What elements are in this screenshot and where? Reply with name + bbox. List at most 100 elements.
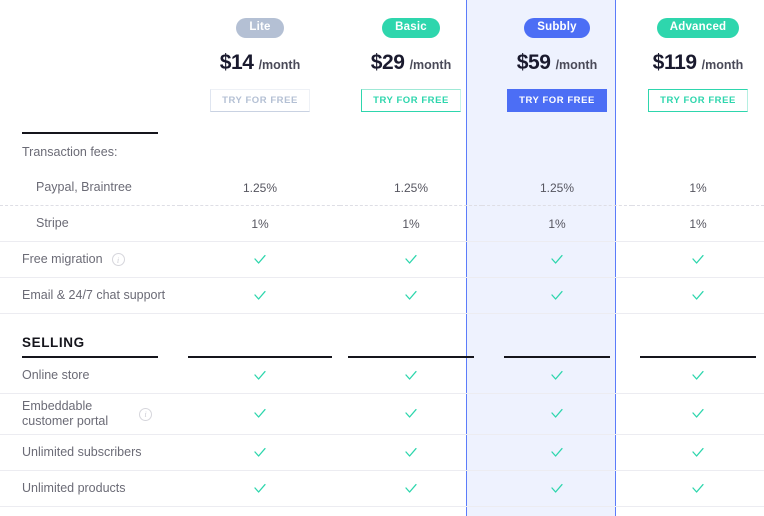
table-cell: 1% bbox=[632, 206, 764, 242]
rule-spacer bbox=[180, 112, 340, 134]
check-icon bbox=[692, 290, 704, 300]
section-heading-selling: SELLING bbox=[0, 314, 180, 358]
check-icon bbox=[692, 370, 704, 380]
feature-label-online-store: Online store bbox=[0, 358, 180, 394]
plan-badge-advanced: Advanced bbox=[656, 18, 740, 38]
plan-price-period: /month bbox=[258, 58, 301, 72]
check-icon bbox=[551, 408, 563, 418]
table-cell bbox=[180, 471, 340, 507]
check-icon bbox=[405, 254, 417, 264]
table-cell bbox=[632, 278, 764, 314]
check-icon bbox=[405, 447, 417, 457]
table-cell bbox=[482, 435, 632, 471]
check-icon bbox=[254, 447, 266, 457]
plan-price-period: /month bbox=[555, 58, 598, 72]
table-cell bbox=[482, 134, 632, 170]
table-cell bbox=[482, 394, 632, 435]
check-icon bbox=[254, 483, 266, 493]
table-cell bbox=[482, 242, 632, 278]
check-icon bbox=[692, 254, 704, 264]
feature-label-paypal-braintree: Paypal, Braintree bbox=[0, 170, 180, 206]
check-icon bbox=[551, 290, 563, 300]
table-cell bbox=[340, 358, 482, 394]
table-cell bbox=[632, 134, 764, 170]
feature-label-unlimited-products: Unlimited products bbox=[0, 471, 180, 507]
label-text: Paypal, Braintree bbox=[36, 180, 132, 194]
rule-spacer bbox=[482, 112, 632, 134]
check-icon bbox=[405, 290, 417, 300]
label-text: Online store bbox=[22, 368, 90, 382]
feature-label-email-chat-support: Email & 24/7 chat support bbox=[0, 278, 180, 314]
plan-price-amount: $119 bbox=[652, 51, 697, 74]
plan-price-amount: $14 bbox=[219, 51, 254, 74]
try-for-free-button-advanced[interactable]: TRY FOR FREE bbox=[648, 89, 748, 112]
table-cell: 1% bbox=[180, 206, 340, 242]
table-cell: 1.25% bbox=[180, 170, 340, 206]
table-cell bbox=[632, 394, 764, 435]
table-cell bbox=[180, 278, 340, 314]
label-text: Free migration bbox=[22, 252, 103, 266]
check-icon bbox=[551, 254, 563, 264]
table-cell: 1% bbox=[482, 206, 632, 242]
plan-header-basic: Basic $29 /month TRY FOR FREE bbox=[340, 0, 482, 112]
plan-header-lite: Lite $14 /month TRY FOR FREE bbox=[180, 0, 340, 112]
check-icon bbox=[551, 370, 563, 380]
table-cell bbox=[632, 358, 764, 394]
try-for-free-button-subbly[interactable]: TRY FOR FREE bbox=[507, 89, 607, 112]
check-icon bbox=[692, 408, 704, 418]
plan-header-subbly: Subbly $59 /month TRY FOR FREE bbox=[482, 0, 632, 112]
section-rule bbox=[482, 314, 632, 358]
plan-price-lite: $14 /month bbox=[220, 51, 301, 75]
table-cell bbox=[340, 471, 482, 507]
table-cell bbox=[340, 242, 482, 278]
plan-price-amount: $59 bbox=[516, 51, 551, 74]
pricing-grid: Lite $14 /month TRY FOR FREE Basic $29 /… bbox=[0, 0, 764, 507]
section-title: SELLING bbox=[22, 335, 85, 350]
plan-badge-basic: Basic bbox=[382, 18, 440, 38]
feature-label-transaction-fees: Transaction fees: bbox=[0, 134, 180, 170]
table-cell bbox=[180, 134, 340, 170]
table-cell: 1.25% bbox=[482, 170, 632, 206]
plan-badge-lite: Lite bbox=[236, 18, 284, 38]
check-icon bbox=[551, 483, 563, 493]
section-rule bbox=[632, 314, 764, 358]
section-rule bbox=[340, 314, 482, 358]
try-for-free-button-lite[interactable]: TRY FOR FREE bbox=[210, 89, 310, 112]
rule-spacer bbox=[632, 112, 764, 134]
check-icon bbox=[551, 447, 563, 457]
feature-label-free-migration: Free migration i bbox=[0, 242, 180, 278]
check-icon bbox=[254, 290, 266, 300]
table-cell bbox=[180, 435, 340, 471]
plan-price-period: /month bbox=[409, 58, 452, 72]
check-icon bbox=[405, 408, 417, 418]
feature-label-unlimited-subscribers: Unlimited subscribers bbox=[0, 435, 180, 471]
feature-label-stripe: Stripe bbox=[0, 206, 180, 242]
table-cell bbox=[180, 394, 340, 435]
check-icon bbox=[254, 254, 266, 264]
check-icon bbox=[254, 370, 266, 380]
plan-badge-subbly: Subbly bbox=[524, 18, 590, 38]
table-cell bbox=[632, 242, 764, 278]
pricing-table: Lite $14 /month TRY FOR FREE Basic $29 /… bbox=[0, 0, 764, 516]
check-icon bbox=[692, 483, 704, 493]
plan-price-period: /month bbox=[701, 58, 744, 72]
info-icon[interactable]: i bbox=[139, 407, 152, 421]
table-cell bbox=[482, 471, 632, 507]
check-icon bbox=[254, 408, 266, 418]
table-cell bbox=[340, 394, 482, 435]
plan-price-advanced: $119 /month bbox=[653, 51, 744, 75]
check-icon bbox=[405, 370, 417, 380]
label-text: Unlimited products bbox=[22, 481, 126, 495]
check-icon bbox=[692, 447, 704, 457]
label-text: Transaction fees: bbox=[22, 144, 118, 159]
plan-header-advanced: Advanced $119 /month TRY FOR FREE bbox=[632, 0, 764, 112]
table-cell bbox=[180, 242, 340, 278]
label-text: Email & 24/7 chat support bbox=[22, 288, 166, 302]
table-cell bbox=[482, 278, 632, 314]
table-cell bbox=[340, 435, 482, 471]
check-icon bbox=[405, 483, 417, 493]
table-cell bbox=[180, 358, 340, 394]
table-cell: 1.25% bbox=[340, 170, 482, 206]
try-for-free-button-basic[interactable]: TRY FOR FREE bbox=[361, 89, 461, 112]
info-icon[interactable]: i bbox=[111, 253, 125, 266]
